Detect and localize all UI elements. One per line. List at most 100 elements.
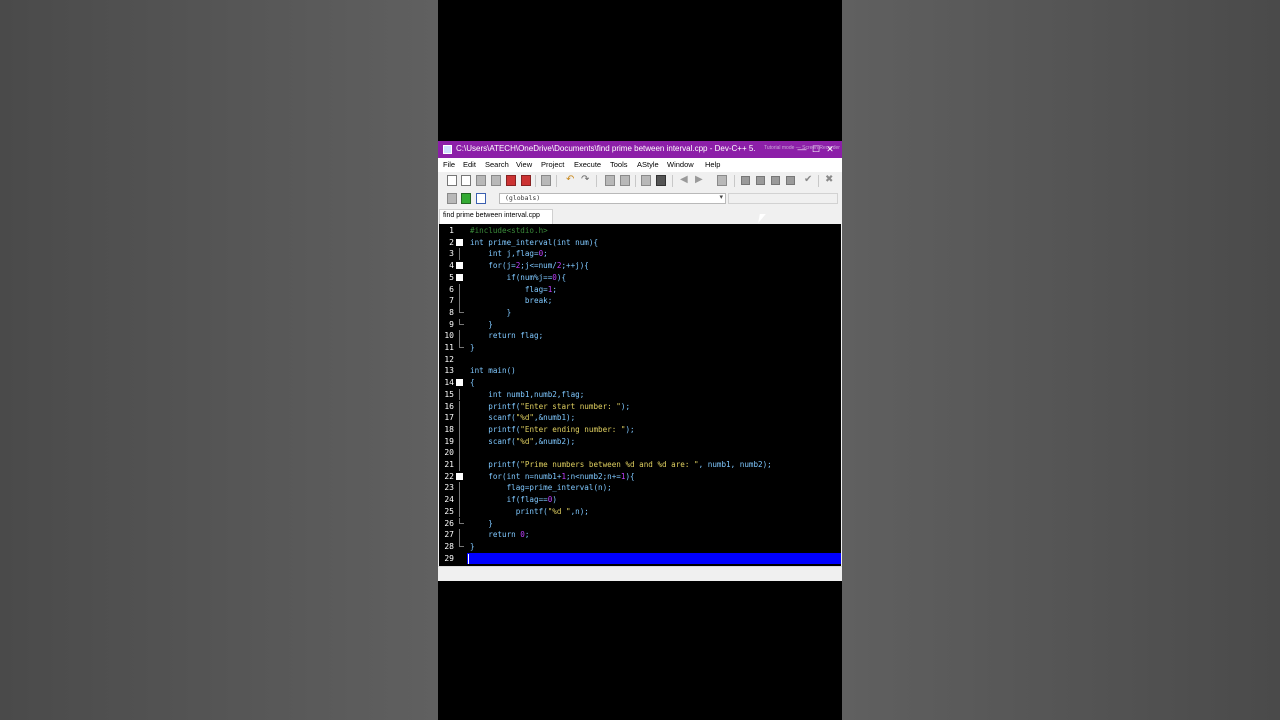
- compile-run-icon[interactable]: [771, 176, 780, 185]
- code-line[interactable]: 5 if(num%j==0){: [439, 272, 841, 284]
- stop-icon[interactable]: ✖: [825, 174, 833, 186]
- menu-window[interactable]: Window: [667, 160, 694, 169]
- code-line[interactable]: 10 return flag;: [439, 330, 841, 342]
- undo-icon[interactable]: ↶: [566, 174, 574, 186]
- close-file-icon[interactable]: [506, 175, 516, 186]
- code-line[interactable]: 14 {: [439, 377, 841, 389]
- print-icon[interactable]: [541, 175, 551, 186]
- chevron-down-icon[interactable]: ▾: [719, 193, 723, 201]
- toolbar-separator: [818, 175, 819, 187]
- fold-guide: [459, 435, 460, 448]
- prev-icon[interactable]: ◀: [680, 174, 688, 186]
- compile-icon[interactable]: [741, 176, 750, 185]
- insert-icon[interactable]: [447, 193, 457, 204]
- open-file-icon[interactable]: [461, 175, 471, 186]
- code-line[interactable]: 13 int main(): [439, 365, 841, 377]
- code-line[interactable]: 27 return 0;: [439, 529, 841, 541]
- menu-astyle[interactable]: AStyle: [637, 160, 659, 169]
- code-line[interactable]: 28}: [439, 540, 841, 553]
- line-number: 26: [444, 518, 454, 528]
- code-line[interactable]: 12: [439, 354, 841, 366]
- code-editor[interactable]: 1 #include<stdio.h> 2 int prime_interval(in…: [439, 224, 841, 566]
- menu-tools[interactable]: Tools: [610, 160, 628, 169]
- code-line[interactable]: 24 if(flag==0): [439, 494, 841, 506]
- window-title: C:\Users\ATECH\OneDrive\Documents\find p…: [456, 144, 756, 153]
- code-line[interactable]: 21 printf("Prime numbers between %d and …: [439, 459, 841, 471]
- toolbar-separator: [596, 175, 597, 187]
- code-line[interactable]: 15 int numb1,numb2,flag;: [439, 388, 841, 401]
- fold-guide: [459, 447, 460, 459]
- redo-icon[interactable]: ↷: [581, 174, 589, 186]
- code-line[interactable]: 29: [439, 553, 841, 565]
- menu-edit[interactable]: Edit: [463, 160, 476, 169]
- code-text: }: [470, 343, 475, 352]
- next-icon[interactable]: ▶: [695, 174, 703, 186]
- member-combo[interactable]: [728, 193, 838, 204]
- code-line[interactable]: 20: [439, 447, 841, 459]
- fold-guide: [459, 295, 460, 307]
- code-line[interactable]: 8 }: [439, 306, 841, 319]
- line-number: 7: [449, 296, 454, 306]
- new-file-icon[interactable]: [447, 175, 457, 186]
- code-text: return flag;: [470, 331, 544, 341]
- fold-toggle-icon[interactable]: [456, 238, 463, 246]
- minimize-button[interactable]: —: [796, 143, 808, 155]
- indent-icon[interactable]: [641, 175, 651, 186]
- replace-icon[interactable]: [620, 175, 630, 186]
- code-line[interactable]: 23 flag=prime_interval(n);: [439, 482, 841, 495]
- line-number: 27: [444, 530, 454, 540]
- close-all-icon[interactable]: [521, 175, 531, 186]
- maximize-button[interactable]: ☐: [810, 143, 822, 155]
- fold-toggle-icon[interactable]: [456, 472, 463, 480]
- code-line[interactable]: 4 for(j=2;j<=num/2;++j){: [439, 260, 841, 272]
- close-button[interactable]: ✕: [824, 143, 836, 155]
- check-icon[interactable]: ✔: [804, 174, 812, 186]
- code-line[interactable]: 26 }: [439, 517, 841, 530]
- fold-toggle-icon[interactable]: [456, 379, 463, 387]
- toolbar-separator: [556, 175, 557, 187]
- code-text: if(num%j==0){: [470, 272, 567, 282]
- project-icon[interactable]: [476, 193, 486, 204]
- code-text: scanf("%d",&numb1);: [470, 413, 576, 423]
- code-line[interactable]: 6 flag=1;: [439, 283, 841, 296]
- code-line[interactable]: 18 printf("Enter ending number: ");: [439, 423, 841, 436]
- code-line[interactable]: 7 break;: [439, 295, 841, 307]
- code-line[interactable]: 11}: [439, 342, 841, 354]
- goto-icon[interactable]: [461, 193, 471, 204]
- code-text: return 0;: [470, 530, 530, 540]
- code-line[interactable]: 9 }: [439, 318, 841, 331]
- fold-toggle-icon[interactable]: [456, 273, 463, 281]
- line-number: 14: [444, 378, 454, 388]
- fold-toggle-icon[interactable]: [456, 262, 463, 270]
- rebuild-icon[interactable]: [786, 176, 795, 185]
- code-line[interactable]: 1 #include<stdio.h>: [439, 225, 841, 237]
- line-number: 21: [444, 460, 454, 469]
- menu-execute[interactable]: Execute: [574, 160, 601, 169]
- tab-find-prime-between-interval[interactable]: find prime between interval.cpp: [439, 209, 553, 224]
- menu-bar: File Edit Search View Project Execute To…: [438, 158, 842, 173]
- code-line[interactable]: 19 scanf("%d",&numb2);: [439, 435, 841, 448]
- save-icon[interactable]: [476, 175, 486, 186]
- code-text: for(j=2;j<=num/2;++j){: [470, 261, 589, 271]
- code-line[interactable]: 22 for(int n=numb1+1;n<numb2;n+=1){: [439, 471, 841, 483]
- menu-help[interactable]: Help: [705, 160, 720, 169]
- toolbar-separator: [535, 175, 536, 187]
- code-line[interactable]: 25 printf("%d ",n);: [439, 505, 841, 518]
- find-icon[interactable]: [605, 175, 615, 186]
- fold-end-marker: [459, 318, 464, 325]
- code-line[interactable]: 3 int j,flag=0;: [439, 248, 841, 261]
- menu-file[interactable]: File: [443, 160, 455, 169]
- menu-search[interactable]: Search: [485, 160, 509, 169]
- code-text: printf("Enter ending number: ");: [470, 424, 635, 434]
- run-icon[interactable]: [756, 176, 765, 185]
- code-line[interactable]: 16 printf("Enter start number: ");: [439, 400, 841, 413]
- title-bar[interactable]: C:\Users\ATECH\OneDrive\Documents\find p…: [438, 141, 842, 158]
- code-line[interactable]: 17 scanf("%d",&numb1);: [439, 412, 841, 424]
- unindent-icon[interactable]: [656, 175, 666, 186]
- bookmark-icon[interactable]: [717, 175, 727, 186]
- save-all-icon[interactable]: [491, 175, 501, 186]
- code-line[interactable]: 2 int prime_interval(int num){: [439, 237, 841, 249]
- scope-combo[interactable]: (globals) ▾: [499, 193, 726, 204]
- menu-project[interactable]: Project: [541, 160, 564, 169]
- menu-view[interactable]: View: [516, 160, 532, 169]
